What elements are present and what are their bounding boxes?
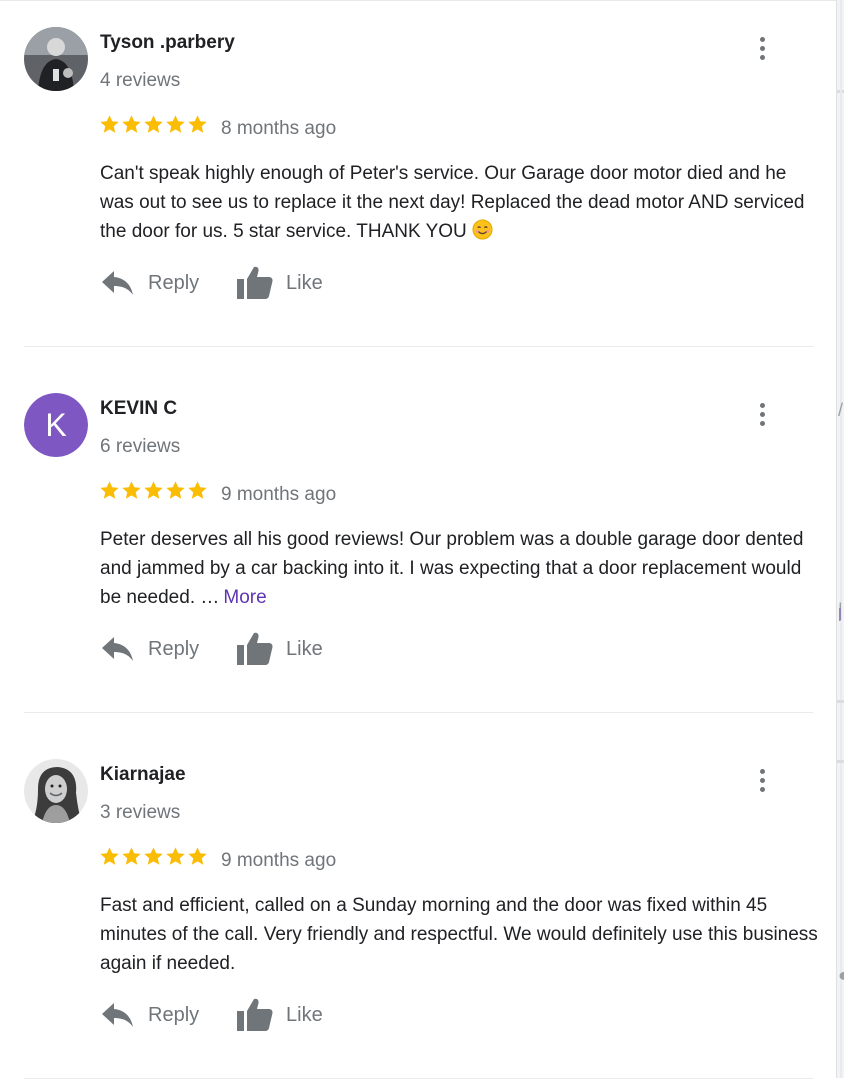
review-date: 8 months ago [221,118,337,139]
reply-button[interactable]: Reply [100,995,199,1035]
more-options-button[interactable] [748,397,776,431]
star-icon [144,115,163,133]
star-icon [166,481,185,499]
like-button[interactable]: Like [234,629,323,669]
reply-arrow-icon [102,1003,133,1027]
more-vertical-icon [759,768,765,774]
review-card: K KEVIN C 6 reviews 9 months ago Peter d… [0,367,836,713]
avatar[interactable] [24,759,88,823]
star-rating [99,480,208,501]
more-vertical-icon [759,402,765,408]
review-date: 9 months ago [221,850,337,871]
map-road [837,760,844,763]
reply-button[interactable]: Reply [100,263,199,303]
like-label: Like [286,637,323,660]
smiling-face-emoji-icon [472,219,493,240]
star-icon [122,115,141,133]
thumbs-up-icon [237,266,273,299]
like-button[interactable]: Like [234,263,323,303]
reply-arrow-icon [102,271,133,295]
star-icon [166,847,185,865]
star-icon [100,481,119,499]
star-icon [122,847,141,865]
review-text: Fast and efficient, called on a Sunday m… [100,895,818,974]
review-count[interactable]: 3 reviews [100,802,180,824]
star-icon [188,481,207,499]
avatar[interactable]: K [24,393,88,457]
star-icon [144,481,163,499]
review-text-container: Peter deserves all his good reviews! Our… [100,525,820,612]
map-label-fragment: | [838,605,842,621]
star-icon [166,115,185,133]
reply-label: Reply [148,1003,200,1026]
map-label-fragment: / [838,400,844,420]
more-options-button[interactable] [748,31,776,65]
review-text-container: Can't speak highly enough of Peter's ser… [100,159,820,246]
review-date: 9 months ago [221,484,337,505]
map-background[interactable]: / | | ● [836,0,844,1078]
map-road [837,700,844,703]
review-card: Kiarnajae 3 reviews 9 months ago Fast an… [0,733,836,1079]
review-author[interactable]: Tyson .parbery [100,32,235,54]
thumbs-up-icon [237,998,273,1031]
reviews-panel: Tyson .parbery 4 reviews 8 months ago Ca… [0,0,836,1079]
star-icon [100,115,119,133]
reply-label: Reply [148,637,200,660]
star-icon [122,481,141,499]
review-count[interactable]: 6 reviews [100,436,180,458]
like-label: Like [286,271,323,294]
star-icon [144,847,163,865]
star-icon [188,847,207,865]
star-rating [99,114,208,135]
review-author[interactable]: KEVIN C [100,398,177,420]
map-road [840,0,842,1078]
review-divider [24,346,813,347]
like-label: Like [286,1003,323,1026]
avatar-photo-icon [24,759,88,823]
reply-label: Reply [148,271,200,294]
more-link[interactable]: More [223,587,266,608]
map-pin-icon: ● [838,965,844,986]
avatar[interactable] [24,27,88,91]
like-button[interactable]: Like [234,995,323,1035]
review-card: Tyson .parbery 4 reviews 8 months ago Ca… [0,1,836,347]
thumbs-up-icon [237,632,273,665]
avatar-letter: K [24,393,88,457]
reply-button[interactable]: Reply [100,629,199,669]
more-vertical-icon [759,36,765,42]
star-icon [188,115,207,133]
review-text: Peter deserves all his good reviews! Our… [100,529,804,608]
star-icon [100,847,119,865]
reply-arrow-icon [102,637,133,661]
review-text-container: Fast and efficient, called on a Sunday m… [100,891,820,978]
avatar-photo-icon [24,27,88,91]
review-author[interactable]: Kiarnajae [100,764,186,786]
review-text: Can't speak highly enough of Peter's ser… [100,163,805,242]
star-rating [99,846,208,867]
more-options-button[interactable] [748,763,776,797]
review-divider [24,712,813,713]
review-count[interactable]: 4 reviews [100,70,180,92]
